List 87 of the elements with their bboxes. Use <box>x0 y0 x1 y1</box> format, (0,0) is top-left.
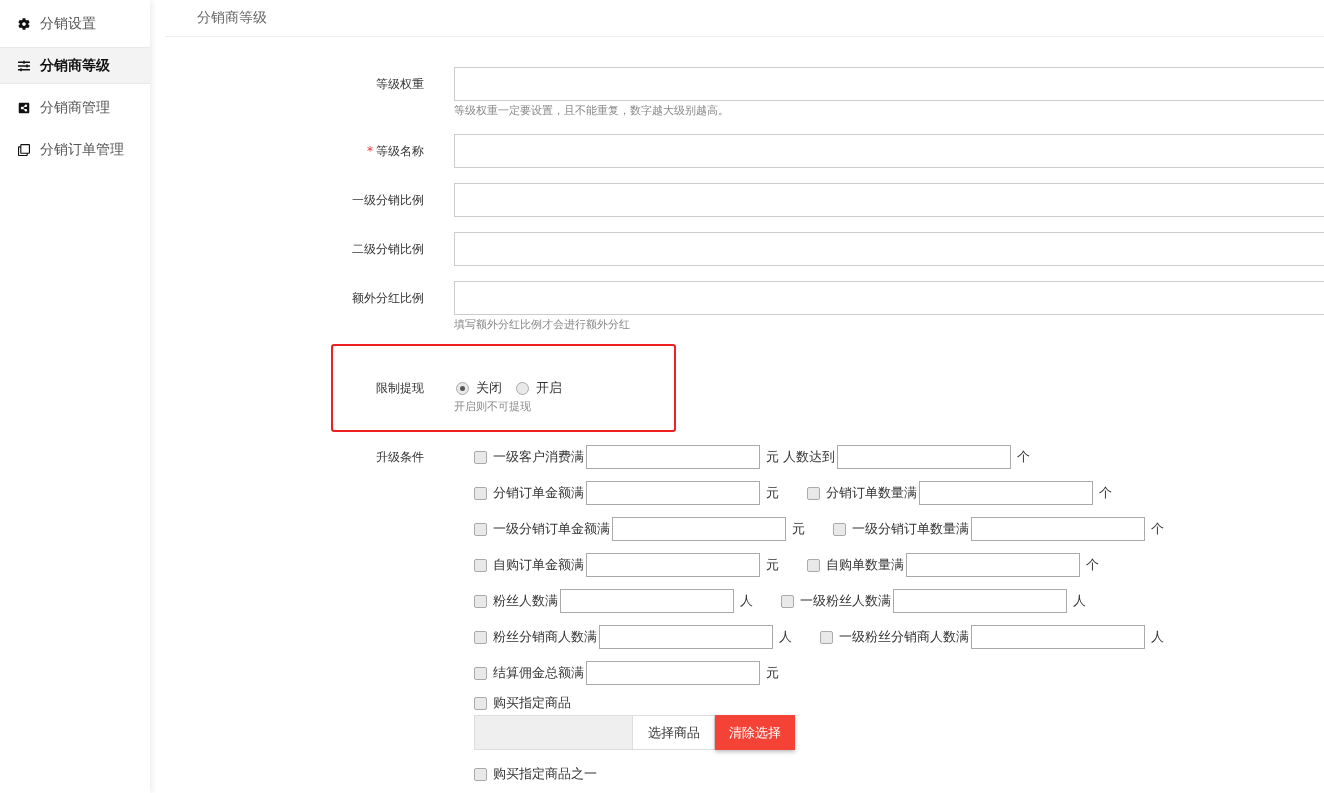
checkbox[interactable] <box>474 486 487 500</box>
unit-label: 元 <box>766 664 779 682</box>
checkbox[interactable] <box>807 486 820 500</box>
sidebar-item[interactable]: 分销设置 <box>0 5 150 42</box>
sliders-icon <box>18 59 30 72</box>
unit-label: 个 <box>1099 484 1112 502</box>
field-label: 额外分红比例 <box>351 290 425 307</box>
condition-label: 分销订单金额满 <box>493 484 584 502</box>
condition-label: 自购订单金额满 <box>493 556 584 574</box>
unit-label: 人 <box>740 592 753 610</box>
input-field[interactable] <box>560 589 734 613</box>
condition-label: 结算佣金总额满 <box>493 664 584 682</box>
condition-label: 一级粉丝分销商人数满 <box>839 628 969 646</box>
field-label: 一级分销比例 <box>351 192 425 209</box>
input-field[interactable] <box>971 625 1145 649</box>
condition-label: 粉丝人数满 <box>493 592 558 610</box>
gear-icon <box>18 17 30 30</box>
select-goods-button[interactable]: 选择商品 <box>633 715 715 750</box>
checkbox[interactable] <box>474 522 487 536</box>
sidebar-item[interactable]: 分销商等级 <box>0 47 150 84</box>
unit-label: 元 <box>766 556 779 574</box>
input-field[interactable] <box>612 517 786 541</box>
condition-label: 一级分销订单金额满 <box>493 520 610 538</box>
condition-label: 一级分销订单数量满 <box>852 520 969 538</box>
input-field[interactable] <box>586 481 760 505</box>
checkbox[interactable] <box>474 666 487 680</box>
unit-label: 人 <box>1151 628 1164 646</box>
checkbox[interactable] <box>820 630 833 644</box>
field-hint: 等级权重一定要设置，且不能重复，数字越大级别越高。 <box>454 103 730 119</box>
unit-label: 人 <box>779 628 792 646</box>
radio[interactable] <box>456 381 469 395</box>
unit-label: 元 <box>766 448 779 466</box>
field-label: * 等级名称 <box>366 143 425 160</box>
condition-label: 购买指定商品 <box>493 694 571 712</box>
condition-label: 一级粉丝人数满 <box>800 592 891 610</box>
checkbox[interactable] <box>474 696 487 710</box>
checkbox[interactable] <box>474 594 487 608</box>
sidebar-item[interactable]: 分销订单管理 <box>0 131 150 168</box>
input-field[interactable] <box>919 481 1093 505</box>
checkbox[interactable] <box>781 594 794 608</box>
input-field[interactable] <box>454 67 1324 101</box>
sidebar-item[interactable]: 分销商管理 <box>0 89 150 126</box>
field-hint: 填写额外分红比例才会进行额外分红 <box>454 317 631 333</box>
input-field[interactable] <box>586 553 760 577</box>
input-field[interactable] <box>454 232 1324 266</box>
condition-label: 自购单数量满 <box>826 556 904 574</box>
condition-label: 购买指定商品之一 <box>493 765 597 783</box>
checkbox[interactable] <box>474 767 487 781</box>
unit-label: 元 <box>766 484 779 502</box>
radio[interactable] <box>516 381 529 395</box>
clear-selection-button[interactable]: 清除选择 <box>715 715 795 750</box>
radio-option[interactable]: 关闭 <box>456 379 502 397</box>
input-field[interactable] <box>586 661 760 685</box>
checkbox[interactable] <box>474 558 487 572</box>
radio-option[interactable]: 开启 <box>516 379 562 397</box>
field-label: 等级权重 <box>375 76 425 93</box>
checkbox[interactable] <box>474 630 487 644</box>
unit-label: 个 <box>1151 520 1164 538</box>
input-field[interactable] <box>586 445 760 469</box>
field-label: 二级分销比例 <box>351 241 425 258</box>
input-field[interactable] <box>837 445 1011 469</box>
unit-label: 个 <box>1086 556 1099 574</box>
condition-label: 人数达到 <box>783 448 835 466</box>
required-mark: * <box>367 144 373 158</box>
copy-icon <box>18 143 30 156</box>
share-icon <box>18 101 30 114</box>
condition-label: 一级客户消费满 <box>493 448 584 466</box>
input-field[interactable] <box>454 183 1324 217</box>
input-field[interactable] <box>906 553 1080 577</box>
goods-field[interactable] <box>474 715 633 750</box>
page-title: 分销商等级 <box>197 9 267 27</box>
checkbox[interactable] <box>474 450 487 464</box>
field-label: 升级条件 <box>375 449 425 465</box>
input-field[interactable] <box>893 589 1067 613</box>
checkbox[interactable] <box>833 522 846 536</box>
field-label: 限制提现 <box>375 380 425 397</box>
checkbox[interactable] <box>807 558 820 572</box>
condition-label: 分销订单数量满 <box>826 484 917 502</box>
input-field[interactable] <box>454 281 1324 315</box>
input-field[interactable] <box>454 134 1324 168</box>
unit-label: 元 <box>792 520 805 538</box>
unit-label: 人 <box>1073 592 1086 610</box>
input-field[interactable] <box>599 625 773 649</box>
input-field[interactable] <box>971 517 1145 541</box>
field-hint: 开启则不可提现 <box>454 399 532 415</box>
unit-label: 个 <box>1017 448 1030 466</box>
condition-label: 粉丝分销商人数满 <box>493 628 597 646</box>
